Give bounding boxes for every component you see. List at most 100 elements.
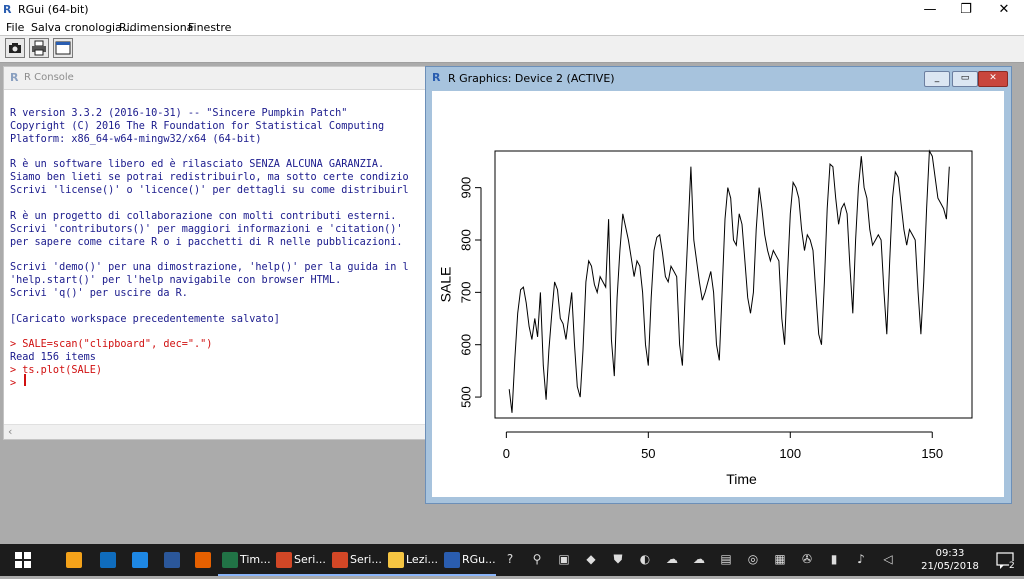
menu-finestre[interactable]: Finestre <box>188 21 231 34</box>
x-tick-label: 0 <box>503 446 510 461</box>
taskbar-label: Seri... <box>294 553 326 566</box>
powerpoint-icon <box>332 552 348 568</box>
app-title: RGui (64-bit) <box>18 3 89 16</box>
y-tick-label: 900 <box>458 177 473 199</box>
y-tick-label: 600 <box>458 334 473 356</box>
edge-icon <box>132 552 148 568</box>
notification-count: 2 <box>1009 561 1015 571</box>
graphics-title: R Graphics: Device 2 (ACTIVE) <box>448 72 615 85</box>
console-output-line: Siamo ben lieti se potrai redistribuirlo… <box>10 172 409 184</box>
taskbar-app-outlook[interactable] <box>92 544 124 576</box>
start-button[interactable] <box>0 544 46 576</box>
graphics-maximize-button[interactable]: ▭ <box>952 71 978 87</box>
r-console-window[interactable]: R R Console R version 3.3.2 (2016-10-31)… <box>3 66 435 440</box>
camera-icon[interactable] <box>5 38 25 58</box>
console-title: R Console <box>24 72 74 83</box>
graphics-titlebar: R R Graphics: Device 2 (ACTIVE) _ ▭ ✕ <box>426 67 1011 89</box>
taskbar-app-folder[interactable]: Lezi... <box>384 544 440 576</box>
clock[interactable]: 09:33 21/05/2018 <box>920 547 980 573</box>
x-axis-label: Time <box>726 471 757 487</box>
volume-icon[interactable]: ◁ <box>881 552 895 566</box>
notification-icon <box>996 552 1014 569</box>
console-output-line: Scrivi 'license()' o 'licence()' per det… <box>10 185 409 197</box>
console-output-line: R è un progetto di collaborazione con mo… <box>10 210 397 222</box>
console-output-line: Read 156 items <box>10 352 96 364</box>
console-output-line: 'help.start()' per l'help navigabile con… <box>10 275 342 287</box>
vpn-icon[interactable]: ▦ <box>773 552 787 566</box>
taskbar-label: Tim... <box>240 553 271 566</box>
console-output-line: Scrivi 'demo()' per una dimostrazione, '… <box>10 262 409 274</box>
graphics-minimize-button[interactable]: _ <box>924 71 950 87</box>
r-graphics-window[interactable]: R R Graphics: Device 2 (ACTIVE) _ ▭ ✕ 0 5… <box>425 66 1012 504</box>
console-output-line: R version 3.3.2 (2016-10-31) -- "Sincere… <box>10 108 348 119</box>
taskbar-app-rgui[interactable]: RGu... <box>440 544 496 576</box>
r-graphics-icon: R <box>432 71 441 84</box>
scroll-left-icon[interactable]: ‹ <box>8 425 12 438</box>
acrobat-icon[interactable]: ◐ <box>638 552 652 566</box>
taskbar-app-word[interactable] <box>156 544 188 576</box>
graphics-close-button[interactable]: ✕ <box>978 71 1008 87</box>
taskbar-label: RGu... <box>462 553 496 566</box>
firefox-icon <box>195 552 211 568</box>
powerpoint-icon <box>276 552 292 568</box>
window-icon[interactable] <box>53 38 73 58</box>
menu-ridimensiona[interactable]: Ridimensiona <box>119 21 193 34</box>
main-titlebar: R RGui (64-bit) — ❐ ✕ <box>0 0 1024 20</box>
help-icon[interactable]: ? <box>503 552 517 566</box>
taskbar-app-powerpoint[interactable]: Seri... <box>272 544 328 576</box>
clock-time: 09:33 <box>935 548 965 559</box>
taskbar-label: Lezi... <box>406 553 439 566</box>
clock-date: 21/05/2018 <box>921 561 979 572</box>
minimize-button[interactable]: — <box>912 0 948 20</box>
menu-salva-cronologia[interactable]: Salva cronologia... <box>31 21 132 34</box>
taskbar-app-excel[interactable]: Tim... <box>218 544 272 576</box>
outlook-icon <box>100 552 116 568</box>
onedrive-icon[interactable]: ☁ <box>665 552 679 566</box>
folder-icon <box>388 552 404 568</box>
x-tick-label: 100 <box>779 446 801 461</box>
close-button[interactable]: ✕ <box>986 0 1022 20</box>
excel-icon <box>222 552 238 568</box>
console-output-line: Scrivi 'q()' per uscire da R. <box>10 287 188 299</box>
maximize-button[interactable]: ❐ <box>948 0 984 20</box>
console-output-line: per sapere come citare R o i pacchetti d… <box>10 236 403 248</box>
taskbar-app-firefox[interactable] <box>188 544 218 576</box>
battery-icon[interactable]: ♪ <box>854 552 868 566</box>
taskbar: Tim... Seri... Seri... Lezi... RGu... ? ⚲ ▣ ◆ ⛊ ◐… <box>0 544 1024 576</box>
gamepad-icon[interactable]: ▮ <box>827 552 841 566</box>
cloud-icon[interactable]: ☁ <box>692 552 706 566</box>
y-tick-label: 800 <box>458 229 473 251</box>
notifications-button[interactable]: 2 <box>990 544 1020 576</box>
y-tick-label: 500 <box>458 386 473 408</box>
horizontal-scrollbar[interactable]: ‹ <box>4 424 434 439</box>
plot-box <box>494 150 973 419</box>
r-app-icon: R <box>3 3 12 16</box>
console-command-line: > <box>10 377 23 389</box>
y-axis-label: SALE <box>438 267 454 303</box>
menu-file[interactable]: File <box>6 21 24 34</box>
time-series-plot: 0 50 100 150 500 600 700 800 900 Time SALE <box>438 149 973 487</box>
cloud-icon[interactable]: ▤ <box>719 552 733 566</box>
word-icon <box>164 552 180 568</box>
defender-icon[interactable]: ⛊ <box>611 552 625 566</box>
language-icon[interactable]: ✇ <box>800 552 814 566</box>
text-cursor <box>24 374 26 386</box>
series-line <box>508 149 950 413</box>
print-icon[interactable] <box>29 38 49 58</box>
toolbar <box>0 35 1024 63</box>
console-output-line: Scrivi 'contributors()' per maggiori inf… <box>10 223 403 235</box>
dropbox-icon[interactable]: ◆ <box>584 552 598 566</box>
x-tick-label: 50 <box>641 446 655 461</box>
store-icon <box>66 552 82 568</box>
clipboard-icon[interactable]: ◎ <box>746 552 760 566</box>
taskbar-app-store[interactable] <box>58 544 90 576</box>
y-tick-label: 700 <box>458 282 473 304</box>
console-output-line: Platform: x86_64-w64-mingw32/x64 (64-bit… <box>10 133 262 145</box>
rgui-icon <box>444 552 460 568</box>
people-icon[interactable]: ⚲ <box>530 552 544 566</box>
network-icon[interactable]: ▣ <box>557 552 571 566</box>
console-output-line: R è un software libero ed è rilasciato S… <box>10 159 385 171</box>
taskbar-app-edge[interactable] <box>124 544 156 576</box>
plot-area: 0 50 100 150 500 600 700 800 900 Time SALE <box>432 91 1004 497</box>
taskbar-app-powerpoint[interactable]: Seri... <box>328 544 384 576</box>
